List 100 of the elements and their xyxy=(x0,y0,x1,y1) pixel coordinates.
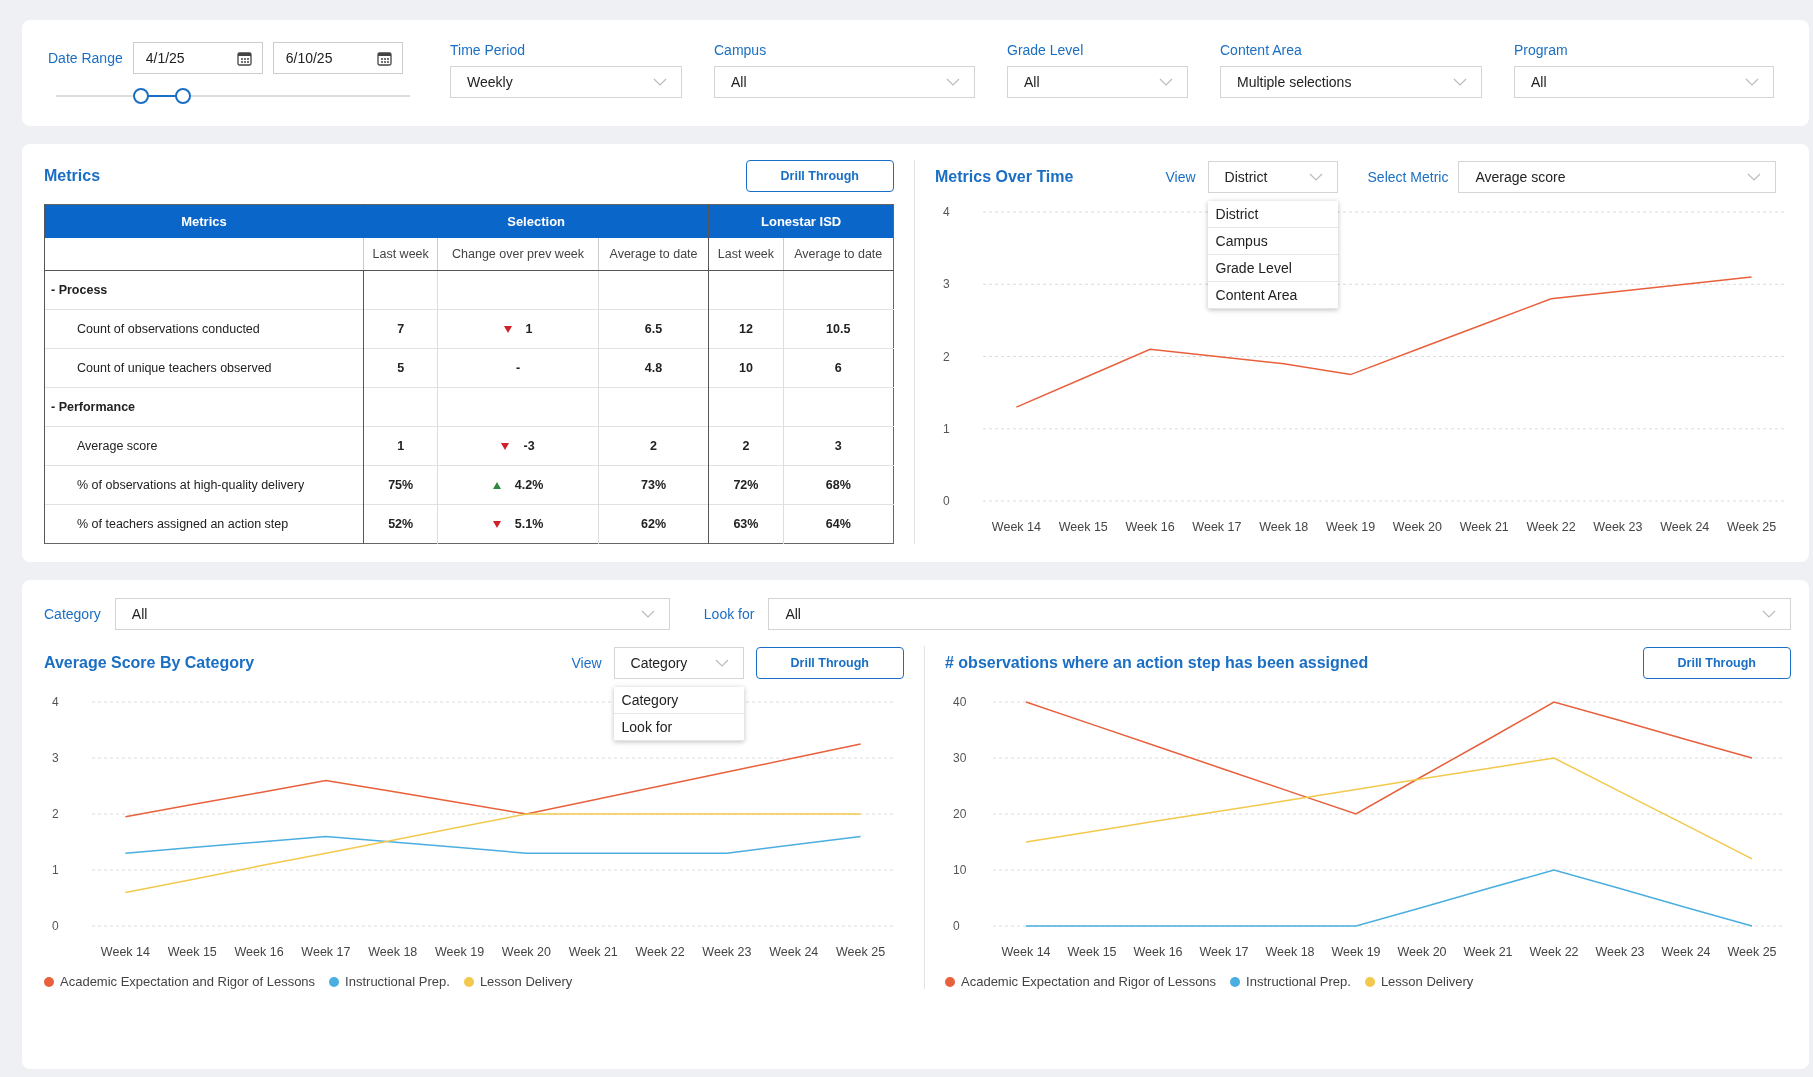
column-header: Last week xyxy=(708,238,784,271)
menu-item[interactable]: Look for xyxy=(613,714,744,741)
table-cell: 72% xyxy=(708,465,784,505)
chevron-down-icon xyxy=(653,78,667,86)
date-field[interactable]: 6/10/25 xyxy=(272,42,403,74)
filter-label: Time Period xyxy=(450,42,526,58)
filter-label: Grade Level xyxy=(1007,42,1085,58)
table-cell: 64% xyxy=(783,504,894,544)
x-axis-label: Week 16 xyxy=(1125,520,1175,534)
x-axis-label: Week 20 xyxy=(1392,520,1442,534)
column-header: Average to date xyxy=(598,238,709,271)
table-cell: 7 xyxy=(363,309,438,349)
dropdown[interactable]: District xyxy=(1207,161,1338,193)
x-axis-label: Week 16 xyxy=(1133,945,1183,959)
dropdown[interactable]: Category xyxy=(613,647,744,679)
menu-item[interactable]: Content Area xyxy=(1207,282,1338,309)
calendar-icon xyxy=(236,50,252,66)
filter-label: Date Range xyxy=(48,50,123,66)
x-axis-label: Week 14 xyxy=(100,945,150,959)
x-axis-label: Week 14 xyxy=(991,520,1041,534)
drill-through-button[interactable]: Drill Through xyxy=(1642,647,1791,679)
metric-label: Count of observations conducted xyxy=(44,309,364,349)
table-cell: 6 xyxy=(783,348,894,388)
y-axis-label: 0 xyxy=(953,919,960,933)
x-axis-label: Week 23 xyxy=(1593,520,1643,534)
dropdown[interactable]: Multiple selections xyxy=(1220,66,1482,98)
section-title: Metrics Over Time xyxy=(935,168,1074,186)
column-group-header: Selection xyxy=(363,204,709,238)
x-axis-label: Week 18 xyxy=(1265,945,1315,959)
dropdown[interactable]: All xyxy=(1007,66,1188,98)
metric-label: Average score xyxy=(44,426,364,466)
legend-label: Academic Expectation and Rigor of Lessons xyxy=(961,974,1217,989)
view-label: View xyxy=(1165,169,1196,185)
drill-through-button[interactable]: Drill Through xyxy=(745,160,894,192)
x-axis-label: Week 22 xyxy=(1526,520,1576,534)
dropdown[interactable]: Average score xyxy=(1458,161,1777,193)
table-cell: 1 xyxy=(363,426,438,466)
dropdown[interactable]: All xyxy=(1514,66,1774,98)
y-axis-label: 4 xyxy=(52,695,59,709)
x-axis-label: Week 21 xyxy=(1459,520,1509,534)
filter-label: Look for xyxy=(703,606,755,622)
legend-label: Lesson Delivery xyxy=(1380,974,1474,989)
y-axis-label: 4 xyxy=(943,205,950,219)
slider-thumb[interactable] xyxy=(175,88,192,104)
table-cell: 68% xyxy=(783,465,894,505)
x-axis-label: Week 19 xyxy=(1331,945,1381,959)
table-cell: 4.2% xyxy=(437,465,599,505)
table-cell: 2 xyxy=(598,426,709,466)
x-axis-label: Week 25 xyxy=(1727,520,1777,534)
dropdown[interactable]: Weekly xyxy=(450,66,682,98)
section-title: Metrics xyxy=(44,167,101,185)
metric-label: Count of unique teachers observed xyxy=(44,348,364,388)
y-axis-label: 3 xyxy=(52,751,59,765)
chevron-down-icon xyxy=(1308,173,1323,181)
table-cell: 10 xyxy=(708,348,784,388)
legend-label: Academic Expectation and Rigor of Lessons xyxy=(60,974,316,989)
table-cell: 1 xyxy=(437,309,599,349)
table-cell: - xyxy=(437,348,599,388)
menu-item[interactable]: District xyxy=(1207,201,1338,228)
menu-item[interactable]: Category xyxy=(613,687,744,714)
table-cell: 63% xyxy=(708,504,784,544)
filter-label: Program xyxy=(1514,42,1569,58)
section-row-label: - Performance xyxy=(44,387,364,427)
legend-label: Lesson Delivery xyxy=(479,974,573,989)
x-axis-label: Week 15 xyxy=(167,945,217,959)
x-axis-label: Week 18 xyxy=(1259,520,1309,534)
view-label: View xyxy=(571,655,602,671)
table-cell: 75% xyxy=(363,465,438,505)
chevron-down-icon xyxy=(1747,173,1762,181)
y-axis-label: 0 xyxy=(943,494,950,508)
column-header: Average to date xyxy=(783,238,894,271)
x-axis-label: Week 23 xyxy=(1595,945,1645,959)
x-axis-label: Week 22 xyxy=(1529,945,1579,959)
dropdown[interactable]: All xyxy=(714,66,975,98)
chevron-down-icon xyxy=(1762,610,1776,618)
x-axis-label: Week 17 xyxy=(1192,520,1242,534)
table-cell: 52% xyxy=(363,504,438,544)
menu-item[interactable]: Campus xyxy=(1207,228,1338,255)
table-cell: 4.8 xyxy=(598,348,709,388)
menu-item[interactable]: Grade Level xyxy=(1207,255,1338,282)
column-header: Last week xyxy=(363,238,438,271)
chevron-down-icon xyxy=(946,78,960,86)
x-axis-label: Week 17 xyxy=(301,945,351,959)
dropdown[interactable]: All xyxy=(768,598,1791,630)
chevron-down-icon xyxy=(714,659,729,667)
table-cell: 3 xyxy=(783,426,894,466)
range-slider[interactable] xyxy=(56,88,410,104)
dropdown[interactable]: All xyxy=(114,598,670,630)
slider-thumb[interactable] xyxy=(132,88,149,104)
column-group-header: Metrics xyxy=(44,204,364,238)
drill-through-button[interactable]: Drill Through xyxy=(755,647,904,679)
table-cell: 12 xyxy=(708,309,784,349)
y-axis-label: 10 xyxy=(953,863,967,877)
legend-label: Instructional Prep. xyxy=(1246,974,1351,989)
x-axis-label: Week 14 xyxy=(1001,945,1051,959)
date-field[interactable]: 4/1/25 xyxy=(132,42,263,74)
x-axis-label: Week 22 xyxy=(635,945,685,959)
y-axis-label: 3 xyxy=(943,277,950,292)
x-axis-label: Week 16 xyxy=(234,945,284,959)
legend-label: Instructional Prep. xyxy=(345,974,450,989)
